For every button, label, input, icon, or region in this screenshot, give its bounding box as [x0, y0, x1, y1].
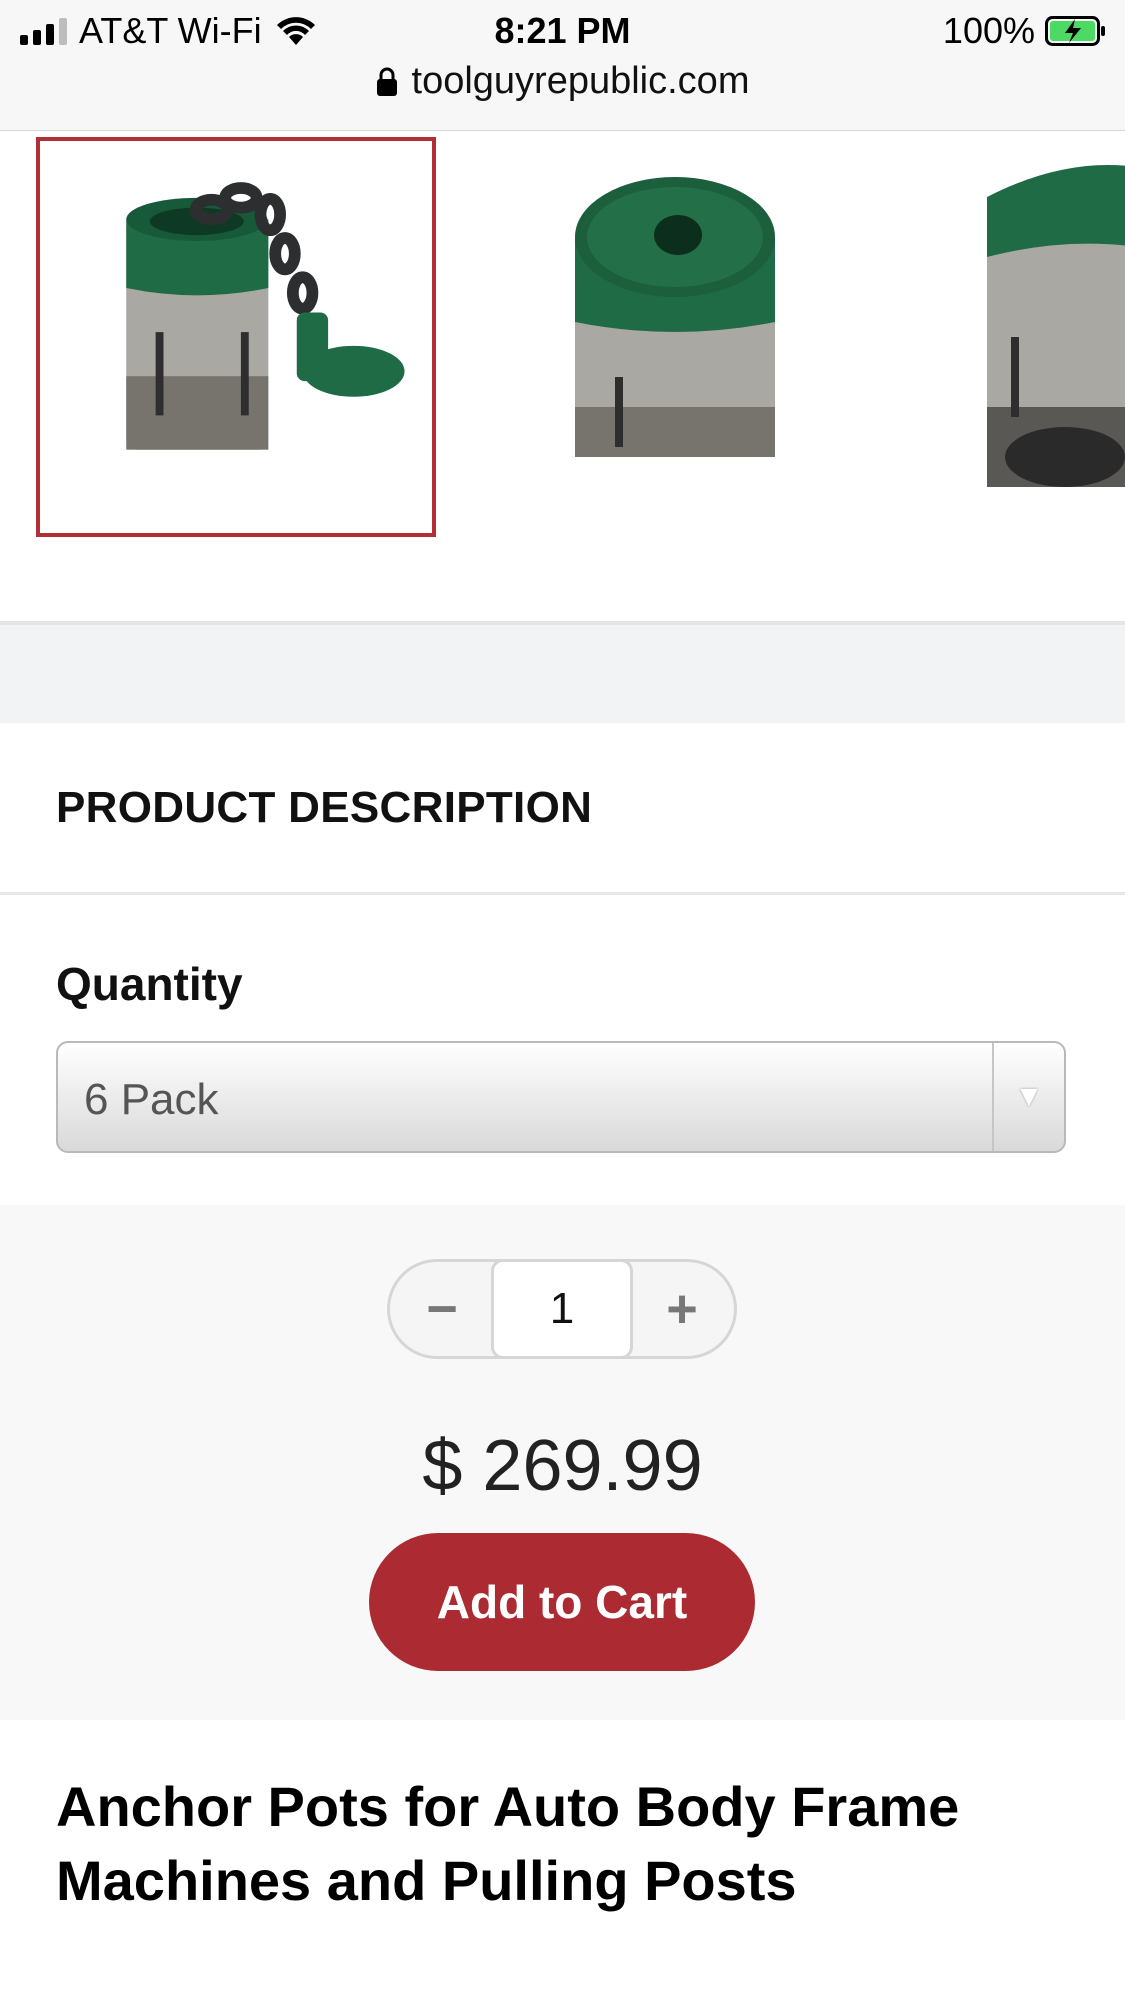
product-description-toggle[interactable]: PRODUCT DESCRIPTION	[0, 723, 1125, 895]
browser-status-bar: AT&T Wi-Fi 8:21 PM 100% toolguyrepublic.…	[0, 0, 1125, 131]
url-bar[interactable]: toolguyrepublic.com	[0, 60, 1125, 103]
anchor-pot-with-chain-image	[126, 182, 405, 450]
anchor-pot-lid-image	[575, 177, 775, 457]
section-divider	[0, 625, 1125, 723]
product-description-heading: PRODUCT DESCRIPTION	[56, 783, 593, 832]
gallery-thumbnail-3[interactable]	[915, 137, 1125, 537]
battery-info: 100%	[943, 10, 1107, 52]
gallery-thumbnail-1[interactable]	[36, 137, 436, 537]
gallery-thumbnail-2[interactable]	[475, 137, 875, 537]
battery-percent: 100%	[942, 10, 1035, 51]
quantity-stepper: − 1 +	[387, 1259, 737, 1359]
increase-quantity-button[interactable]: +	[632, 1262, 732, 1356]
anchor-pot-side-image	[987, 165, 1125, 487]
decrease-quantity-button[interactable]: −	[392, 1262, 492, 1356]
product-title: Anchor Pots for Auto Body Frame Machines…	[56, 1775, 960, 1912]
quantity-input[interactable]: 1	[491, 1259, 633, 1359]
product-page: AT&T Wi-Fi 8:21 PM 100% toolguyrepublic.…	[0, 0, 1125, 2001]
product-price: $ 269.99	[422, 1426, 703, 1506]
battery-charging-icon	[1045, 16, 1105, 46]
pack-size-selected-value: 6 Pack	[84, 1075, 219, 1124]
product-image-gallery	[0, 131, 1125, 625]
chevron-down-icon: ▼	[992, 1043, 1064, 1151]
quantity-section: Quantity 6 Pack ▼	[0, 895, 1125, 1205]
quantity-label: Quantity	[56, 958, 243, 1010]
url-text: toolguyrepublic.com	[411, 60, 750, 102]
lock-icon	[376, 67, 397, 96]
pack-size-select[interactable]: 6 Pack ▼	[56, 1041, 1066, 1153]
purchase-section: − 1 + $ 269.99 Add to Cart	[0, 1205, 1125, 1720]
add-to-cart-button[interactable]: Add to Cart	[369, 1533, 755, 1671]
